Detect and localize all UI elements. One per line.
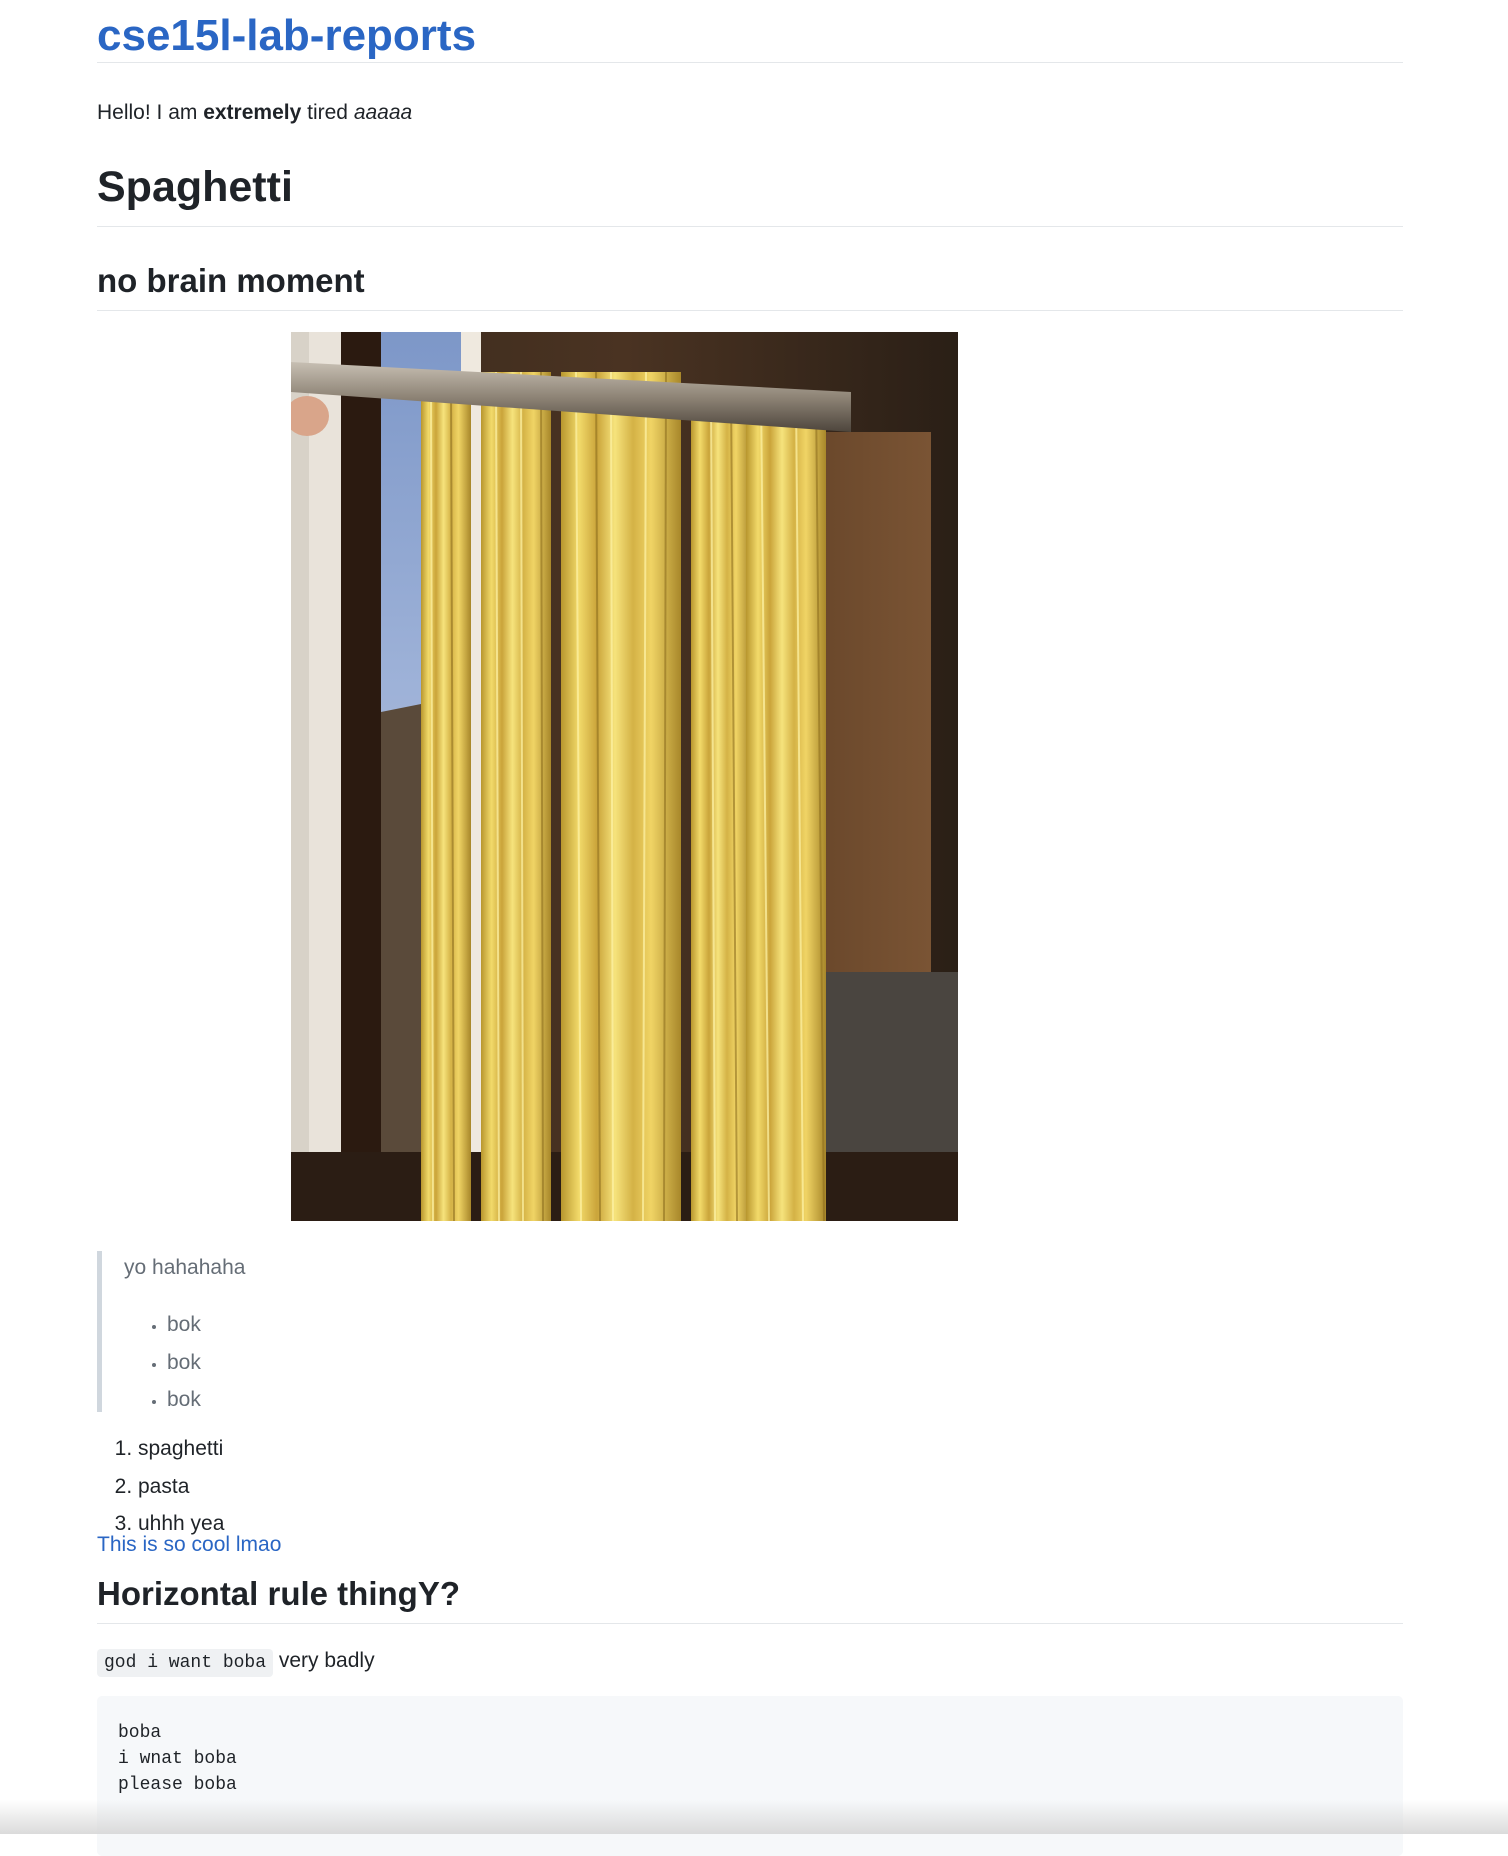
list-item: spaghetti [138, 1430, 224, 1468]
blockquote-bullet-list: bok bok bok [124, 1306, 201, 1419]
list-item: bok [167, 1344, 201, 1382]
intro-bold-text: extremely [203, 101, 302, 124]
inline-after-text: very badly [273, 1649, 375, 1672]
list-item: pasta [138, 1468, 224, 1506]
code-line: i wnat boba [118, 1749, 237, 1769]
ordered-list: spaghetti pasta uhhh yea [97, 1430, 224, 1543]
intro-text-middle: tired [301, 101, 354, 124]
intro-italic-text: aaaaa [353, 101, 413, 124]
code-block: boba i wnat boba please boba [97, 1696, 1403, 1856]
site-title-link[interactable]: cse15l-lab-reports [97, 0, 1403, 63]
list-item: uhhh yea [138, 1505, 224, 1543]
spaghetti-heading: Spaghetti [97, 160, 1403, 227]
code-line: boba [118, 1723, 162, 1743]
horizontal-rule-heading: Horizontal rule thingY? [97, 1570, 1403, 1624]
list-item: bok [167, 1381, 201, 1419]
inline-code-paragraph: god i want boba very badly [97, 1646, 375, 1678]
list-item: bok [167, 1306, 201, 1344]
intro-paragraph: Hello! I am extremely tired aaaaa [97, 100, 412, 126]
no-brain-moment-heading: no brain moment [97, 257, 1403, 311]
intro-text-start: Hello! I am [97, 101, 204, 124]
inline-code: god i want boba [97, 1649, 274, 1677]
blockquote: yo hahahaha bok bok bok [97, 1251, 1403, 1412]
spaghetti-photo [291, 332, 958, 1221]
markdown-page: cse15l-lab-reports Hello! I am extremely… [97, 0, 1403, 1856]
code-line: please boba [118, 1775, 237, 1795]
blockquote-text: yo hahahaha [124, 1256, 246, 1279]
